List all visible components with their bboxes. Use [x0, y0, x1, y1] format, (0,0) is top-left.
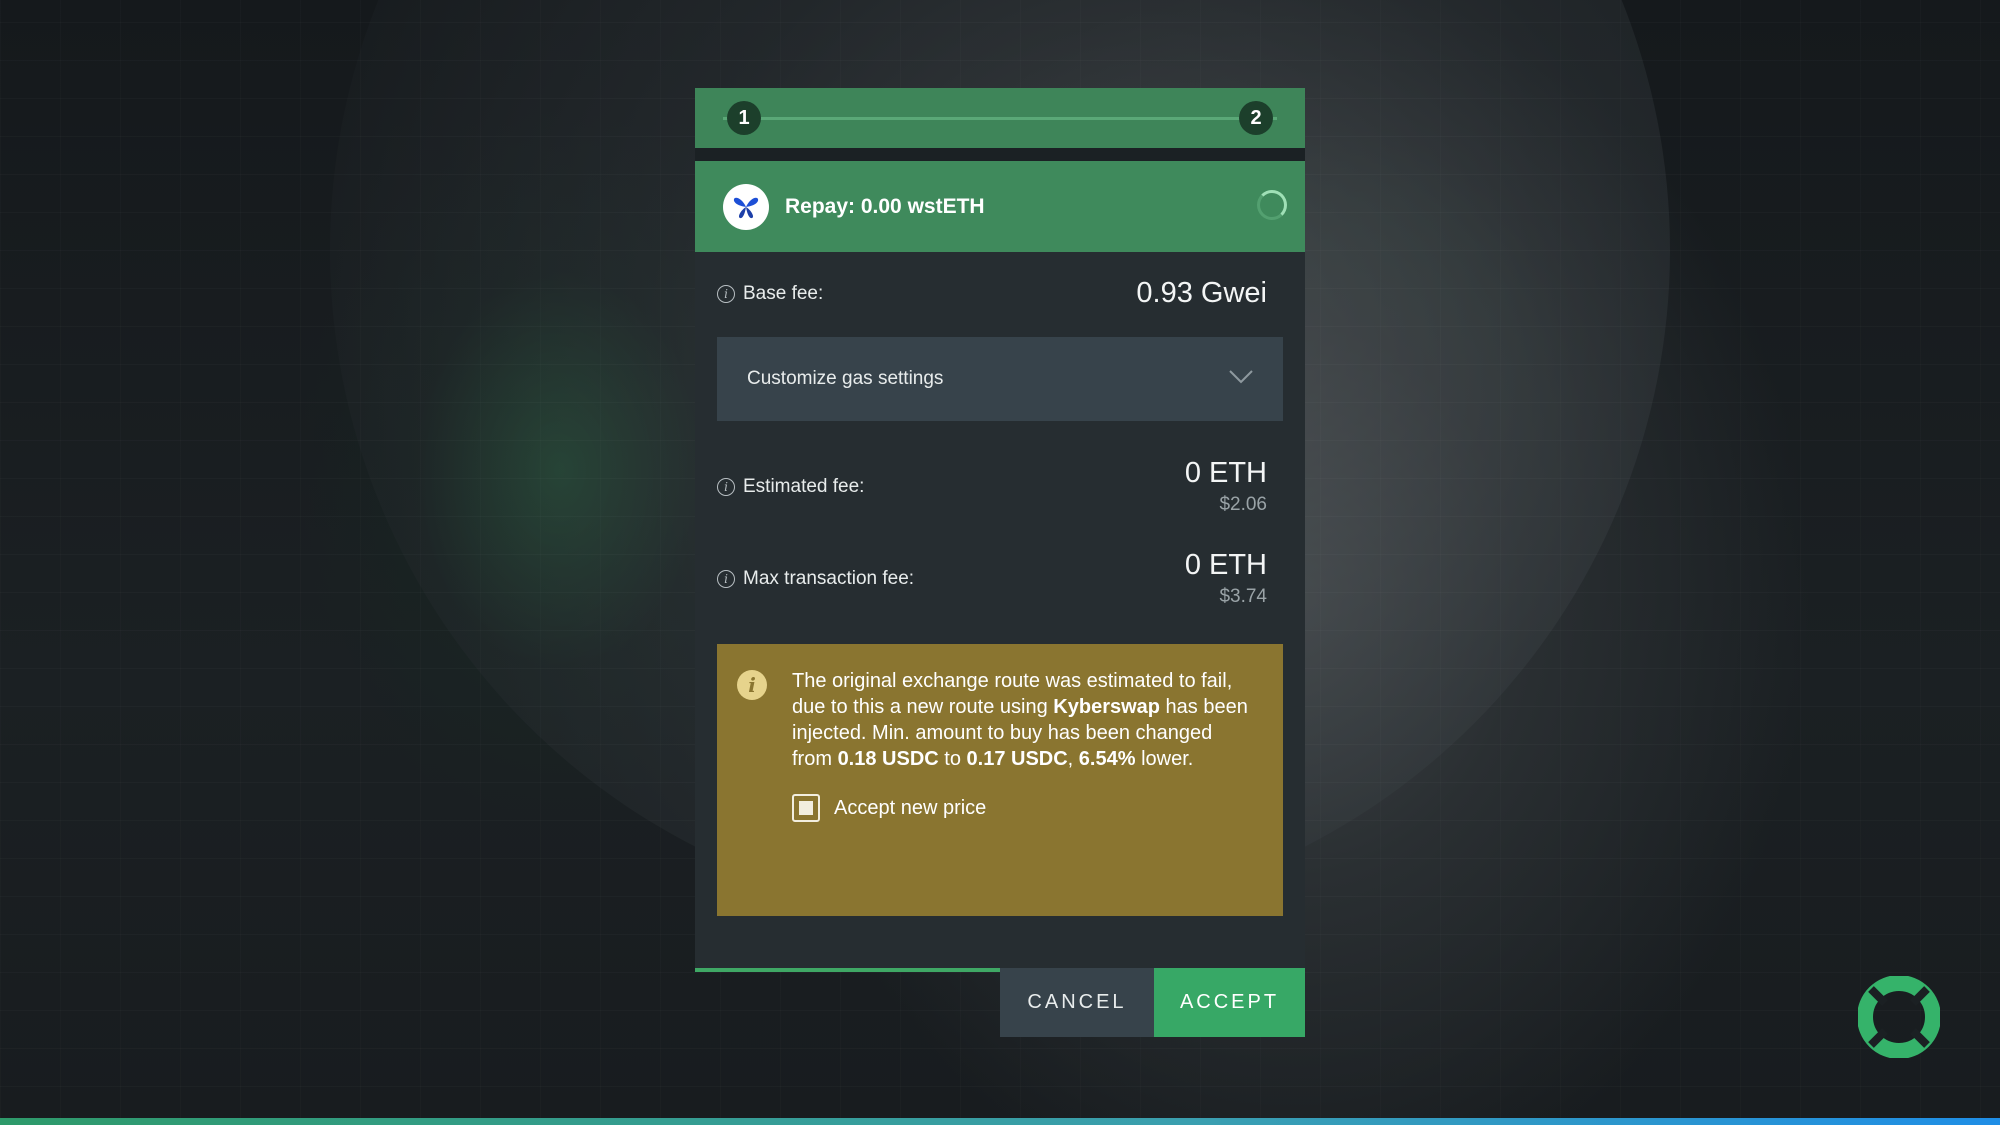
transaction-title: Repay: 0.00 wstETH [785, 194, 985, 218]
warning-percent: 6.54% [1078, 748, 1136, 770]
base-fee-label: Base fee: [743, 282, 824, 304]
accept-new-price-checkbox[interactable] [792, 794, 820, 822]
step-progress-line [723, 117, 1277, 120]
estimated-fee-row: i Estimated fee: 0 ETH $2.06 [717, 457, 1267, 516]
chevron-down-icon [1229, 369, 1253, 389]
max-fee-label: Max transaction fee: [743, 567, 915, 589]
warning-text-5: lower. [1135, 748, 1194, 770]
base-fee-value: 0.93 Gwei [1136, 277, 1267, 309]
accept-button[interactable]: ACCEPT [1154, 968, 1305, 1037]
stepper-divider [695, 148, 1305, 161]
step-2-indicator: 2 [1239, 101, 1273, 135]
info-icon[interactable]: i [717, 477, 735, 496]
warning-message: The original exchange route was estimate… [792, 668, 1255, 772]
bottom-accent-bar [0, 1118, 2000, 1125]
step-1-indicator: 1 [727, 101, 761, 135]
warning-old-amount: 0.18 USDC [837, 748, 939, 770]
max-fee-usd: $3.74 [1219, 586, 1267, 607]
accept-new-price-option[interactable]: Accept new price [792, 794, 1255, 822]
info-icon[interactable]: i [717, 284, 735, 303]
warning-text-4: , [1067, 748, 1079, 770]
cancel-button[interactable]: CANCEL [1000, 968, 1154, 1037]
warning-new-amount: 0.17 USDC [966, 748, 1068, 770]
warning-text-3: to [938, 748, 967, 770]
max-fee-value: 0 ETH $3.74 [1185, 549, 1267, 608]
butterfly-token-icon [723, 183, 769, 230]
modal-progress-bar [695, 968, 1000, 972]
transaction-details: i Base fee: 0.93 Gwei Customize gas sett… [695, 252, 1305, 970]
step-progress: 1 2 [695, 88, 1305, 148]
customize-gas-dropdown[interactable]: Customize gas settings [717, 337, 1283, 421]
checkbox-checked-mark [799, 801, 813, 815]
lifebuoy-help-icon[interactable] [1857, 975, 1941, 1059]
customize-gas-label: Customize gas settings [747, 368, 944, 389]
transaction-header: Repay: 0.00 wstETH [695, 161, 1305, 252]
base-fee-row: i Base fee: 0.93 Gwei [717, 277, 1267, 310]
estimated-fee-label: Estimated fee: [743, 475, 865, 497]
warning-exchange-name: Kyberswap [1053, 696, 1160, 718]
route-change-warning: i The original exchange route was estima… [717, 644, 1283, 916]
info-icon: i [737, 670, 767, 700]
accept-new-price-label[interactable]: Accept new price [834, 797, 986, 820]
estimated-fee-value: 0 ETH $2.06 [1185, 457, 1267, 516]
estimated-fee-usd: $2.06 [1219, 494, 1267, 515]
loading-spinner-icon [1257, 190, 1287, 220]
max-fee-row: i Max transaction fee: 0 ETH $3.74 [717, 549, 1267, 608]
max-fee-eth: 0 ETH [1184, 549, 1267, 581]
info-icon[interactable]: i [717, 569, 735, 588]
estimated-fee-eth: 0 ETH [1184, 457, 1267, 489]
